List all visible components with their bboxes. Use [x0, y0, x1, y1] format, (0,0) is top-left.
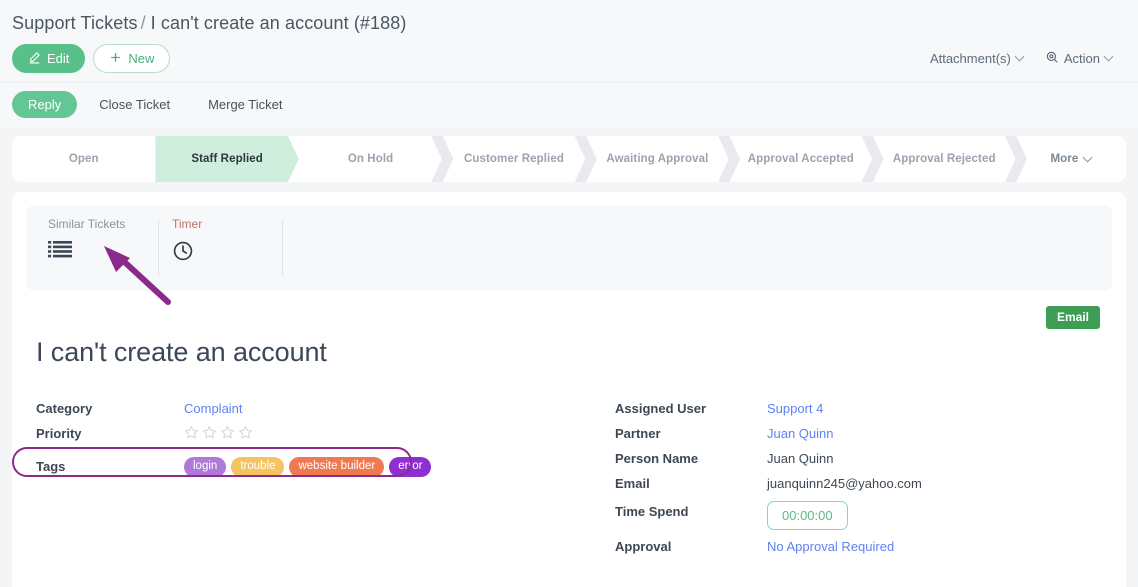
- pipeline-more-label: More: [1050, 153, 1079, 165]
- tag-item[interactable]: login: [184, 457, 227, 477]
- details-right-column: Assigned User Support 4 Partner Juan Qui…: [569, 398, 1112, 561]
- field-partner: Partner Juan Quinn: [615, 423, 1112, 448]
- pipeline-stage-label: Approval Rejected: [892, 153, 996, 165]
- star-icon[interactable]: [238, 425, 253, 443]
- field-tags: Tags login trouble website builder error: [36, 456, 569, 481]
- field-priority: Priority: [36, 423, 569, 448]
- priority-stars[interactable]: [184, 423, 253, 443]
- email-label: Email: [615, 476, 650, 491]
- person-name-value: Juan Quinn: [767, 451, 834, 466]
- tool-panel: Similar Tickets Timer: [26, 206, 1112, 290]
- pencil-icon: [28, 51, 41, 66]
- tag-item[interactable]: website builder: [289, 457, 385, 477]
- assigned-user-label: Assigned User: [615, 401, 707, 416]
- field-category: Category Complaint: [36, 398, 569, 423]
- approval-label: Approval: [615, 539, 672, 554]
- status-badge: Email: [1045, 306, 1100, 329]
- approval-value[interactable]: No Approval Required: [767, 536, 894, 554]
- details-left-column: Category Complaint Priority Tags login t…: [26, 398, 569, 561]
- new-button-label: New: [128, 51, 155, 66]
- target-icon: [1045, 50, 1059, 67]
- ticket-card: Similar Tickets Timer Email I can't crea…: [12, 192, 1126, 587]
- star-icon[interactable]: [184, 425, 199, 443]
- field-time-spend: Time Spend 00:00:00: [615, 501, 1112, 530]
- new-button[interactable]: New: [93, 44, 171, 73]
- pipeline-stage-label: Customer Replied: [463, 153, 564, 165]
- pipeline-stage-on-hold[interactable]: On Hold: [299, 136, 442, 182]
- person-name-label: Person Name: [615, 451, 699, 466]
- plus-icon: [109, 51, 122, 66]
- header-right-actions: Attachment(s) Action: [930, 50, 1126, 67]
- pipeline-stage-staff-replied[interactable]: Staff Replied: [155, 136, 298, 182]
- field-approval: Approval No Approval Required: [615, 536, 1112, 561]
- breadcrumb: Support Tickets / I can't create an accoun…: [0, 11, 1138, 35]
- similar-tickets-tool[interactable]: Similar Tickets: [34, 206, 158, 290]
- field-email: Email juanquinn245@yahoo.com: [615, 473, 1112, 498]
- time-spend-value[interactable]: 00:00:00: [767, 501, 848, 530]
- action-label: Action: [1063, 51, 1100, 66]
- close-ticket-label: Close Ticket: [99, 97, 171, 112]
- header-toolbar: Edit New Attachment(s) Action: [0, 35, 1138, 82]
- timer-label: Timer: [172, 217, 203, 231]
- chevron-down-icon: [1082, 152, 1093, 162]
- breadcrumb-root[interactable]: Support Tickets: [12, 13, 138, 33]
- action-tab-bar: Reply Close Ticket Merge Ticket: [0, 82, 1138, 128]
- page-title: I can't create an account: [36, 337, 327, 367]
- edit-button[interactable]: Edit: [12, 44, 86, 73]
- status-pipeline-wrap: Open Staff Replied On Hold Customer Repl…: [0, 128, 1138, 192]
- pipeline-stage-approval-rejected[interactable]: Approval Rejected: [873, 136, 1016, 182]
- time-spend-label: Time Spend: [615, 504, 689, 519]
- attachments-label: Attachment(s): [929, 51, 1011, 66]
- status-pipeline: Open Staff Replied On Hold Customer Repl…: [12, 136, 1126, 182]
- chevron-down-icon: [1103, 51, 1114, 62]
- tag-item[interactable]: trouble: [231, 457, 285, 477]
- pipeline-stage-customer-replied[interactable]: Customer Replied: [442, 136, 585, 182]
- tool-divider: [282, 206, 283, 290]
- merge-ticket-button[interactable]: Merge Ticket: [192, 91, 298, 118]
- partner-value[interactable]: Juan Quinn: [767, 423, 834, 441]
- category-label: Category: [36, 401, 93, 416]
- attachments-dropdown[interactable]: Attachment(s): [929, 51, 1025, 66]
- field-assigned-user: Assigned User Support 4: [615, 398, 1112, 423]
- pipeline-stage-label: Staff Replied: [191, 153, 263, 165]
- pipeline-stage-label: Open: [68, 153, 99, 165]
- merge-ticket-label: Merge Ticket: [208, 97, 283, 112]
- reply-button[interactable]: Reply: [12, 91, 78, 118]
- similar-tickets-label: Similar Tickets: [48, 217, 126, 231]
- ticket-details: Category Complaint Priority Tags login t…: [26, 368, 1112, 561]
- pipeline-stage-approval-accepted[interactable]: Approval Accepted: [729, 136, 872, 182]
- priority-label: Priority: [36, 426, 82, 441]
- chevron-down-icon: [1014, 51, 1025, 62]
- assigned-user-value[interactable]: Support 4: [767, 398, 823, 416]
- email-value: juanquinn245@yahoo.com: [767, 476, 922, 491]
- pipeline-more-dropdown[interactable]: More: [1016, 136, 1126, 182]
- edit-button-label: Edit: [47, 51, 70, 66]
- star-icon[interactable]: [220, 425, 235, 443]
- reply-label: Reply: [28, 97, 62, 112]
- pipeline-stage-label: Awaiting Approval: [606, 153, 709, 165]
- category-value[interactable]: Complaint: [184, 398, 243, 416]
- pipeline-stage-label: Approval Accepted: [747, 153, 854, 165]
- pipeline-stage-label: On Hold: [347, 153, 394, 165]
- action-dropdown[interactable]: Action: [1045, 50, 1114, 67]
- pipeline-stage-awaiting-approval[interactable]: Awaiting Approval: [586, 136, 729, 182]
- close-ticket-button[interactable]: Close Ticket: [83, 91, 186, 118]
- clock-icon[interactable]: [172, 240, 282, 262]
- badge-row: Email: [26, 290, 1112, 329]
- tag-list: login trouble website builder error: [184, 456, 432, 477]
- tag-item[interactable]: error: [389, 457, 432, 477]
- field-person-name: Person Name Juan Quinn: [615, 448, 1112, 473]
- pipeline-stage-open[interactable]: Open: [12, 136, 155, 182]
- star-icon[interactable]: [202, 425, 217, 443]
- page-header: Support Tickets / I can't create an accoun…: [0, 0, 1138, 82]
- timer-tool[interactable]: Timer: [158, 206, 282, 290]
- breadcrumb-current: I can't create an account (#188): [150, 13, 407, 33]
- tags-label: Tags: [36, 459, 66, 474]
- partner-label: Partner: [615, 426, 661, 441]
- list-icon[interactable]: [48, 240, 158, 258]
- breadcrumb-separator: /: [140, 13, 146, 33]
